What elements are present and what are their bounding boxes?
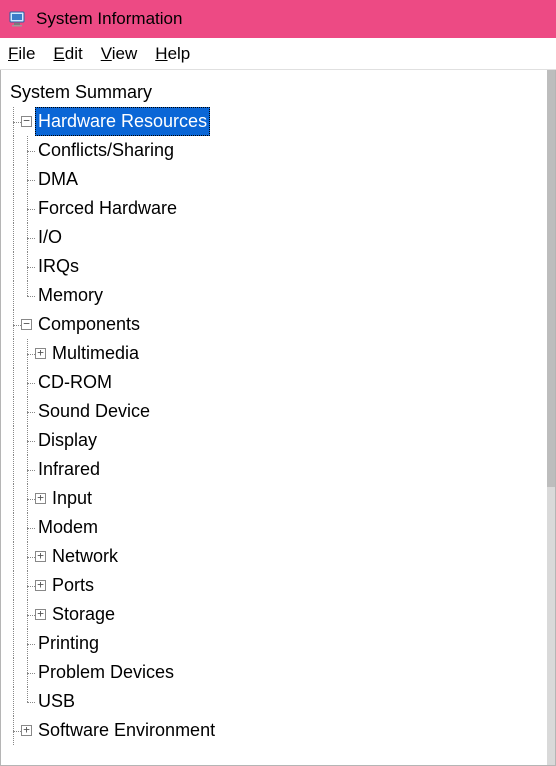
tree-root-label: System Summary [7,78,155,107]
tree-item-storage[interactable]: + Storage [7,600,551,629]
tree-item-cdrom[interactable]: CD-ROM [7,368,551,397]
titlebar: System Information [0,0,556,38]
expand-icon[interactable]: + [21,725,32,736]
tree-item-multimedia[interactable]: + Multimedia [7,339,551,368]
menubar: File Edit View Help [0,38,556,70]
system-info-icon [8,9,28,29]
tree-item-infrared[interactable]: Infrared [7,455,551,484]
tree-item-problem[interactable]: Problem Devices [7,658,551,687]
menu-help[interactable]: Help [155,44,190,64]
tree-item-hardware-resources[interactable]: − Hardware Resources [7,107,551,136]
menu-file[interactable]: File [8,44,35,64]
tree-item-network[interactable]: + Network [7,542,551,571]
tree-item-input[interactable]: + Input [7,484,551,513]
collapse-icon[interactable]: − [21,319,32,330]
expand-icon[interactable]: + [35,348,46,359]
tree-item-irqs[interactable]: IRQs [7,252,551,281]
expand-icon[interactable]: + [35,580,46,591]
content-pane: System Summary − Hardware Resources Conf… [0,70,556,766]
tree-item-memory[interactable]: Memory [7,281,551,310]
tree-root[interactable]: System Summary [7,78,551,107]
tree-item-conflicts[interactable]: Conflicts/Sharing [7,136,551,165]
tree-item-printing[interactable]: Printing [7,629,551,658]
tree-item-display[interactable]: Display [7,426,551,455]
tree-item-usb[interactable]: USB [7,687,551,716]
tree-item-dma[interactable]: DMA [7,165,551,194]
tree-item-modem[interactable]: Modem [7,513,551,542]
expand-icon[interactable]: + [35,609,46,620]
tree-item-forced[interactable]: Forced Hardware [7,194,551,223]
tree-item-ports[interactable]: + Ports [7,571,551,600]
tree-connector [7,107,21,136]
expand-icon[interactable]: + [35,551,46,562]
menu-view[interactable]: View [101,44,138,64]
category-tree[interactable]: System Summary − Hardware Resources Conf… [1,70,555,749]
tree-item-software-env[interactable]: + Software Environment [7,716,551,745]
collapse-icon[interactable]: − [21,116,32,127]
tree-item-sound[interactable]: Sound Device [7,397,551,426]
expand-icon[interactable]: + [35,493,46,504]
scrollbar-thumb[interactable] [547,70,555,487]
tree-item-components[interactable]: − Components [7,310,551,339]
window-title: System Information [36,9,182,29]
menu-edit[interactable]: Edit [53,44,82,64]
tree-label-hardware-resources: Hardware Resources [35,107,210,136]
tree-item-io[interactable]: I/O [7,223,551,252]
vertical-scrollbar[interactable] [547,70,555,765]
